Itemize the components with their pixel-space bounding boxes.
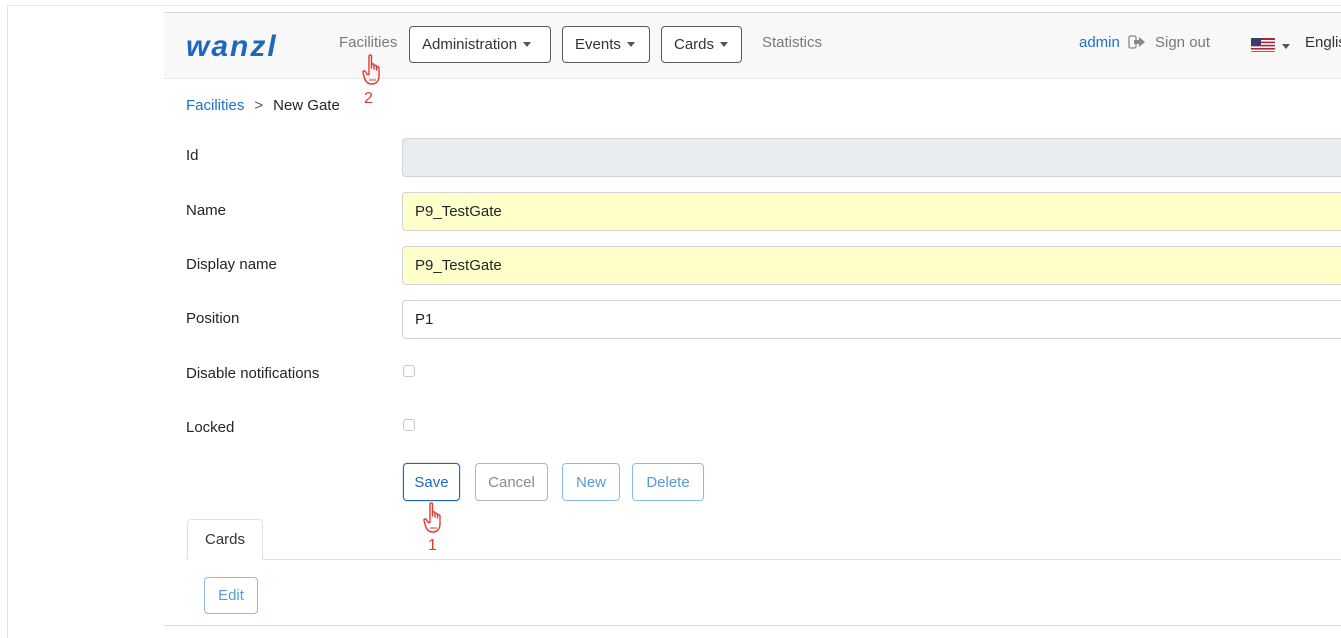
disable-notifications-label: Disable notifications	[186, 365, 320, 382]
edit-button[interactable]: Edit	[204, 577, 258, 614]
chevron-down-icon	[523, 42, 532, 47]
top-navbar: wanzl Facilities Administration Events C…	[164, 13, 1341, 79]
sign-out-icon[interactable]	[1128, 35, 1146, 49]
app-container: wanzl Facilities Administration Events C…	[164, 12, 1341, 626]
annotation-step-two: 2	[364, 90, 373, 107]
chevron-down-icon[interactable]	[1282, 44, 1290, 49]
sign-out-link[interactable]: Sign out	[1155, 34, 1210, 51]
name-label: Name	[186, 202, 227, 219]
nav-statistics[interactable]: Statistics	[762, 34, 822, 51]
nav-cards-dropdown[interactable]: Cards	[661, 26, 742, 63]
language-selector[interactable]: English	[1305, 34, 1341, 51]
tab-cards[interactable]: Cards	[187, 519, 263, 560]
tabs-divider	[186, 559, 1341, 560]
nav-events-label: Events	[575, 36, 621, 53]
pointing-hand-icon	[362, 54, 380, 85]
cancel-button[interactable]: Cancel	[475, 463, 548, 501]
chevron-down-icon	[720, 42, 729, 47]
breadcrumb-separator: >	[254, 97, 264, 114]
id-field[interactable]	[402, 138, 1341, 177]
breadcrumb: Facilities > New Gate	[186, 97, 340, 114]
breadcrumb-current: New Gate	[273, 97, 340, 114]
us-flag-icon[interactable]	[1251, 38, 1275, 52]
id-label: Id	[186, 147, 199, 164]
breadcrumb-facilities-link[interactable]: Facilities	[186, 97, 244, 114]
nav-cards-label: Cards	[674, 36, 715, 53]
locked-label: Locked	[186, 419, 235, 436]
chevron-down-icon	[626, 42, 635, 47]
nav-facilities[interactable]: Facilities	[339, 34, 397, 51]
nav-administration-dropdown[interactable]: Administration	[409, 26, 551, 63]
new-button[interactable]: New	[562, 463, 620, 501]
position-field[interactable]: P1	[402, 300, 1341, 339]
locked-checkbox[interactable]	[403, 419, 415, 431]
disable-notifications-checkbox[interactable]	[403, 365, 415, 377]
display-name-field[interactable]: P9_TestGate	[402, 246, 1341, 285]
user-link[interactable]: admin	[1079, 34, 1120, 51]
annotation-step-one: 1	[428, 537, 437, 554]
nav-events-dropdown[interactable]: Events	[562, 26, 650, 63]
nav-administration-label: Administration	[422, 36, 518, 53]
position-label: Position	[186, 310, 240, 327]
brand-logo[interactable]: wanzl	[186, 30, 278, 64]
name-field[interactable]: P9_TestGate	[402, 192, 1341, 231]
pointing-hand-icon	[423, 502, 441, 533]
delete-button[interactable]: Delete	[632, 463, 704, 501]
display-name-label: Display name	[186, 256, 277, 273]
save-button[interactable]: Save	[403, 463, 460, 501]
